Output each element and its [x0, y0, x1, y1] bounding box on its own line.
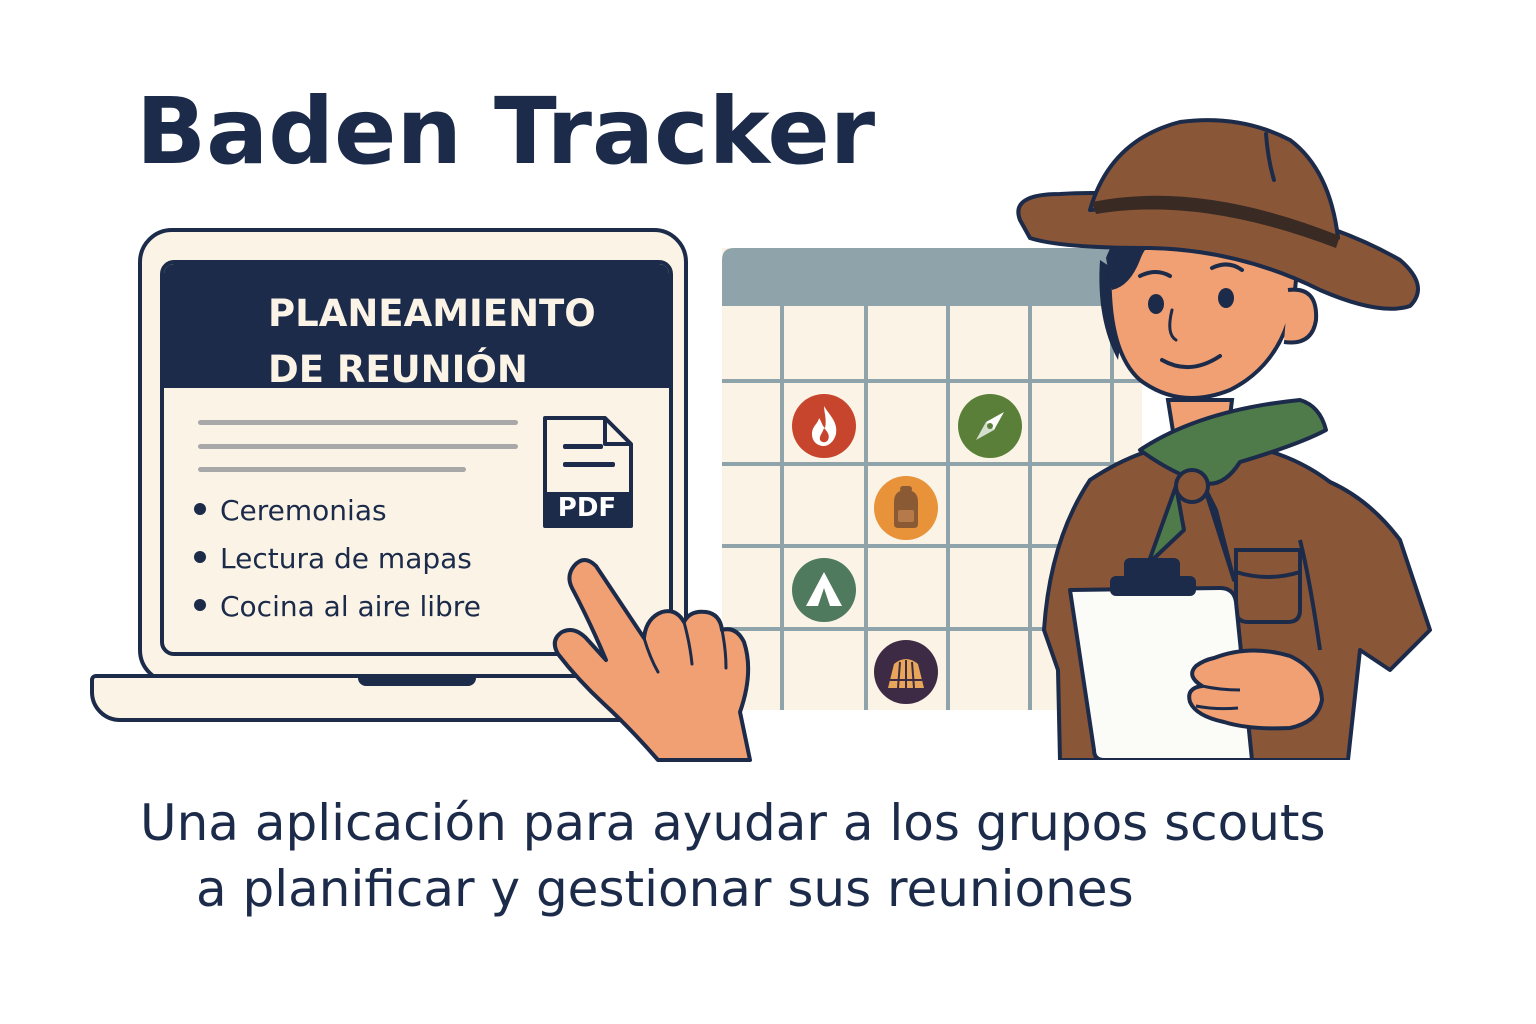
app-title: Baden Tracker: [136, 78, 876, 185]
pdf-download-button[interactable]: PDF: [539, 414, 633, 528]
list-item: Cocina al aire libre: [194, 590, 481, 623]
tagline: Una aplicación para ayudar a los grupos …: [0, 790, 1536, 922]
panel-header: PLANEAMIENTO DE REUNIÓN: [164, 264, 669, 391]
text-placeholder-line: [198, 420, 518, 425]
bullet-icon: [194, 551, 206, 563]
text-placeholder-line: [198, 467, 466, 472]
shelter-icon: [874, 640, 938, 704]
list-item: Lectura de mapas: [194, 542, 472, 575]
list-item: Ceremonias: [194, 494, 387, 527]
panel-title-line2: DE REUNIÓN: [268, 348, 528, 391]
tagline-line2: a planificar y gestionar sus reuniones: [196, 860, 1134, 918]
pointing-hand-icon: [552, 558, 752, 762]
tent-icon: [792, 558, 856, 622]
scout-character: [1016, 118, 1432, 760]
panel-title-line1: PLANEAMIENTO: [268, 292, 596, 335]
bullet-icon: [194, 599, 206, 611]
pdf-label: PDF: [557, 493, 617, 523]
backpack-icon: [874, 476, 938, 540]
fire-icon: [792, 394, 856, 458]
laptop-notch: [358, 674, 476, 686]
text-placeholder-line: [198, 444, 518, 449]
tagline-line1: Una aplicación para ayudar a los grupos …: [140, 794, 1326, 852]
bullet-icon: [194, 503, 206, 515]
